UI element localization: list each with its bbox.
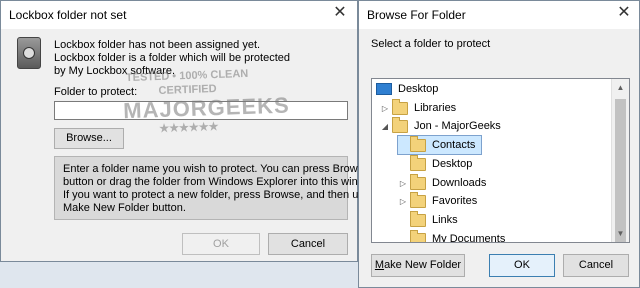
tree-item-my-documents[interactable]: ▷My Documents (398, 229, 506, 243)
tree-item-label: Desktop (432, 158, 473, 170)
desktop-icon (376, 83, 392, 96)
browse-instruction: Select a folder to protect (371, 38, 491, 50)
ok-button[interactable]: OK (489, 254, 555, 277)
browse-dialog-title: Browse For Folder (367, 8, 466, 22)
folder-tree[interactable]: Desktop ▷Libraries ◢Jon - MajorGeeks ▷Co… (371, 78, 630, 243)
tree-item-label: Contacts (432, 139, 476, 151)
chevron-right-icon[interactable]: ▷ (380, 100, 390, 118)
browse-button[interactable]: Browse... (54, 128, 124, 149)
help-line-2: button or drag the folder from Windows E… (63, 176, 381, 188)
browse-titlebar: Browse For Folder ✕ (359, 1, 639, 29)
scroll-down-icon[interactable]: ▼ (612, 225, 629, 242)
close-icon[interactable]: ✕ (327, 2, 353, 24)
ok-button[interactable]: OK (182, 233, 260, 255)
documents-folder-icon (410, 229, 426, 242)
links-folder-icon (410, 210, 426, 227)
lockbox-titlebar: Lockbox folder not set ✕ (1, 1, 357, 29)
watermark: TESTED • 100% CLEAN CERTIFIED MAJORGEEKS… (122, 67, 291, 137)
scroll-up-icon[interactable]: ▲ (612, 79, 629, 96)
cancel-button[interactable]: Cancel (268, 233, 348, 255)
tree-item-downloads[interactable]: ▷ Downloads (398, 173, 487, 193)
help-line-3: If you want to protect a new folder, pre… (63, 189, 370, 201)
tree-item-desktop-root[interactable]: Desktop (376, 80, 438, 98)
tree-item-favorites[interactable]: ▷ Favorites (398, 191, 478, 211)
tree-scrollbar[interactable]: ▲ ▼ (611, 79, 629, 242)
browse-folder-dialog: Browse For Folder ✕ Select a folder to p… (358, 0, 640, 288)
make-new-folder-button[interactable]: Make New Folder (371, 254, 465, 277)
close-icon[interactable]: ✕ (611, 2, 637, 24)
tree-item-label: Desktop (398, 83, 439, 95)
tree-item-links[interactable]: ▷Links (398, 210, 458, 229)
help-line-1: Enter a folder name you wish to protect.… (63, 163, 370, 175)
cancel-button[interactable]: Cancel (563, 254, 629, 277)
tree-item-label: Libraries (414, 102, 457, 114)
chevron-right-icon[interactable]: ▷ (398, 175, 408, 193)
scroll-thumb[interactable] (615, 99, 626, 242)
tree-item-label: Favorites (432, 195, 478, 207)
tree-item-user[interactable]: ◢ Jon - MajorGeeks (380, 116, 501, 136)
tree-item-label: Downloads (432, 177, 487, 189)
make-new-folder-mnemonic: M (374, 259, 385, 271)
tree-item-label: Jon - MajorGeeks (414, 120, 501, 132)
message-line-2: Lockbox folder is a folder which will be… (54, 52, 291, 64)
folder-icon (392, 98, 408, 115)
tree-item-contacts[interactable]: ▷Contacts (396, 135, 483, 155)
folder-icon (410, 154, 426, 171)
message-line-1: Lockbox folder has not been assigned yet… (54, 39, 261, 51)
lockbox-dialog: Lockbox folder not set ✕ Lockbox folder … (0, 0, 381, 262)
tree-item-libraries[interactable]: ▷ Libraries (380, 98, 457, 118)
favorites-folder-icon (410, 191, 426, 208)
user-folder-icon (392, 116, 408, 133)
tree-item-desktop[interactable]: ▷Desktop (398, 154, 473, 173)
help-line-4: Make New Folder button. (63, 202, 186, 214)
tree-item-label: Links (432, 214, 458, 226)
make-new-folder-label: ake New Folder (384, 259, 462, 271)
contacts-folder-icon (410, 135, 426, 152)
tree-item-label: My Documents (432, 233, 506, 243)
downloads-folder-icon (410, 173, 426, 190)
lock-icon (17, 37, 41, 69)
watermark-line-3: MAJORGEEKS (122, 92, 291, 124)
lockbox-dialog-title: Lockbox folder not set (9, 8, 127, 22)
chevron-down-icon[interactable]: ◢ (380, 118, 390, 136)
help-text-box: Enter a folder name you wish to protect.… (54, 156, 381, 220)
chevron-right-icon[interactable]: ▷ (398, 193, 408, 211)
